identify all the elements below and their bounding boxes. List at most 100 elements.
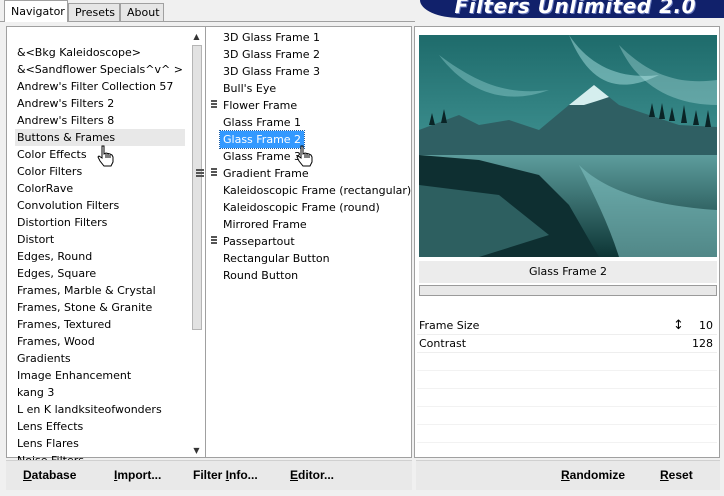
param-label: Contrast — [419, 337, 467, 350]
category-item[interactable]: Lens Effects — [15, 418, 185, 435]
filter-item-label: Gradient Frame — [223, 167, 309, 180]
category-list-panel[interactable]: &<Bkg Kaleidoscope> &<Sandflower Specials… — [6, 26, 206, 462]
param-empty-row — [417, 425, 717, 443]
scroll-down-arrow-icon[interactable]: ▼ — [190, 445, 203, 457]
filter-item[interactable]: Kaleidoscopic Frame (round) — [220, 199, 414, 216]
category-item[interactable]: Frames, Wood — [15, 333, 185, 350]
filter-item-label: Glass Frame 3 — [223, 150, 302, 163]
filter-item-label: Flower Frame — [223, 99, 298, 112]
param-empty-row — [417, 353, 717, 371]
scroll-thumb[interactable] — [192, 45, 202, 330]
category-item[interactable]: Andrew's Filters 8 — [15, 112, 185, 129]
filter-item[interactable]: Glass Frame 1 — [220, 114, 414, 131]
category-item[interactable]: &<Sandflower Specials^v^ > — [15, 61, 185, 78]
filter-item[interactable]: Gradient Frame — [220, 165, 414, 182]
randomize-button[interactable]: Randomize — [561, 468, 625, 482]
drag-grip-icon — [211, 100, 217, 111]
param-row-contrast[interactable]: Contrast 128 — [417, 335, 717, 353]
category-item[interactable]: Image Enhancement — [15, 367, 185, 384]
tab-presets[interactable]: Presets — [68, 3, 120, 22]
filter-item-label: 3D Glass Frame 3 — [223, 65, 321, 78]
tab-navigator-label: Navigator — [11, 5, 65, 18]
brand-banner: Filters Unlimited 2.0 — [420, 0, 724, 18]
category-item[interactable]: L en K landksiteofwonders — [15, 401, 185, 418]
preview-image — [419, 35, 717, 257]
editor-button[interactable]: Editor... — [290, 468, 334, 482]
preview-panel: Glass Frame 2 Frame Size ↕ 10 Contrast 1… — [414, 26, 720, 461]
resize-vertical-icon: ↕ — [673, 318, 684, 333]
category-item[interactable]: Edges, Round — [15, 248, 185, 265]
filter-item-label: Kaleidoscopic Frame (round) — [223, 201, 380, 214]
tab-about[interactable]: About — [120, 3, 164, 22]
category-item[interactable]: Gradients — [15, 350, 185, 367]
param-empty-row — [417, 389, 717, 407]
filter-item[interactable]: 3D Glass Frame 2 — [220, 46, 414, 63]
category-item[interactable]: Distortion Filters — [15, 214, 185, 231]
filter-item[interactable]: Kaleidoscopic Frame (rectangular) — [220, 182, 414, 199]
filter-item[interactable]: Glass Frame 2 — [218, 130, 306, 149]
brand-title: Filters Unlimited 2.0 — [454, 0, 696, 18]
param-row-frame-size[interactable]: Frame Size ↕ 10 — [417, 317, 717, 335]
filter-item-label: 3D Glass Frame 2 — [223, 48, 321, 61]
category-item[interactable]: ColorRave — [15, 180, 185, 197]
filter-item[interactable]: 3D Glass Frame 1 — [220, 29, 414, 46]
category-item[interactable]: Andrew's Filter Collection 57 — [15, 78, 185, 95]
param-value[interactable]: 128 — [692, 335, 713, 353]
reset-button[interactable]: Reset — [660, 468, 693, 482]
filter-item-label: Kaleidoscopic Frame (rectangular) — [223, 184, 412, 197]
category-scrollbar[interactable]: ▲ ▼ — [190, 29, 203, 457]
category-item[interactable]: &<Bkg Kaleidoscope> — [15, 44, 185, 61]
param-empty-row — [417, 443, 717, 461]
hand-cursor-icon — [97, 145, 115, 167]
category-item[interactable]: Frames, Marble & Crystal — [15, 282, 185, 299]
category-item[interactable]: Edges, Square — [15, 265, 185, 282]
filter-item-label: Bull's Eye — [223, 82, 277, 95]
filter-list-panel[interactable]: 3D Glass Frame 1 3D Glass Frame 2 3D Glass… — [206, 26, 412, 458]
filter-item[interactable]: Round Button — [220, 267, 414, 284]
preview-caption: Glass Frame 2 — [419, 261, 717, 283]
category-item[interactable]: Buttons & Frames — [15, 129, 185, 146]
filter-item-label: Passepartout — [223, 235, 295, 248]
tab-navigator[interactable]: Navigator — [4, 0, 68, 22]
filter-item[interactable]: Passepartout — [220, 233, 414, 250]
filter-item[interactable]: Rectangular Button — [220, 250, 414, 267]
filter-item-label: Glass Frame 1 — [223, 116, 302, 129]
drag-grip-icon — [211, 168, 217, 179]
filter-item[interactable]: 3D Glass Frame 3 — [220, 63, 414, 80]
filter-item-label: 3D Glass Frame 1 — [223, 31, 321, 44]
preview-progress-bar — [419, 285, 717, 296]
filter-item-label: Rectangular Button — [223, 252, 330, 265]
param-empty-row — [417, 407, 717, 425]
hand-cursor-icon — [296, 145, 314, 167]
bottom-toolbar-right: Randomize Reset — [416, 460, 720, 490]
filter-item[interactable]: Glass Frame 3 — [220, 148, 414, 165]
parameter-list: Frame Size ↕ 10 Contrast 128 — [417, 317, 717, 461]
category-item[interactable]: Distort — [15, 231, 185, 248]
category-item[interactable]: Lens Flares — [15, 435, 185, 452]
filter-list: 3D Glass Frame 1 3D Glass Frame 2 3D Glass… — [211, 29, 414, 284]
filter-item-label: Glass Frame 2 — [223, 133, 302, 146]
category-item[interactable]: Andrew's Filters 2 — [15, 95, 185, 112]
param-value[interactable]: 10 — [699, 317, 713, 335]
filter-item[interactable]: Flower Frame — [220, 97, 414, 114]
filter-item[interactable]: Bull's Eye — [220, 80, 414, 97]
category-item[interactable]: kang 3 — [15, 384, 185, 401]
category-list: &<Bkg Kaleidoscope> &<Sandflower Specials… — [15, 44, 185, 462]
filter-item[interactable]: Mirrored Frame — [220, 216, 414, 233]
tab-presets-label: Presets — [75, 6, 116, 19]
category-item[interactable]: Frames, Textured — [15, 316, 185, 333]
filter-info-button[interactable]: Filter Info... — [193, 468, 258, 482]
bottom-toolbar-left: Database Import... Filter Info... Editor… — [6, 460, 412, 490]
panel-splitter-grip[interactable] — [195, 168, 205, 182]
drag-grip-icon — [211, 236, 217, 247]
param-empty-row — [417, 371, 717, 389]
category-item[interactable]: Convolution Filters — [15, 197, 185, 214]
param-label: Frame Size — [419, 319, 480, 332]
database-button[interactable]: Database — [23, 468, 76, 482]
filter-item-label: Round Button — [223, 269, 299, 282]
filter-item-label: Mirrored Frame — [223, 218, 307, 231]
category-item[interactable]: Frames, Stone & Granite — [15, 299, 185, 316]
import-button[interactable]: Import... — [114, 468, 161, 482]
tab-about-label: About — [127, 6, 160, 19]
scroll-up-arrow-icon[interactable]: ▲ — [190, 31, 203, 43]
